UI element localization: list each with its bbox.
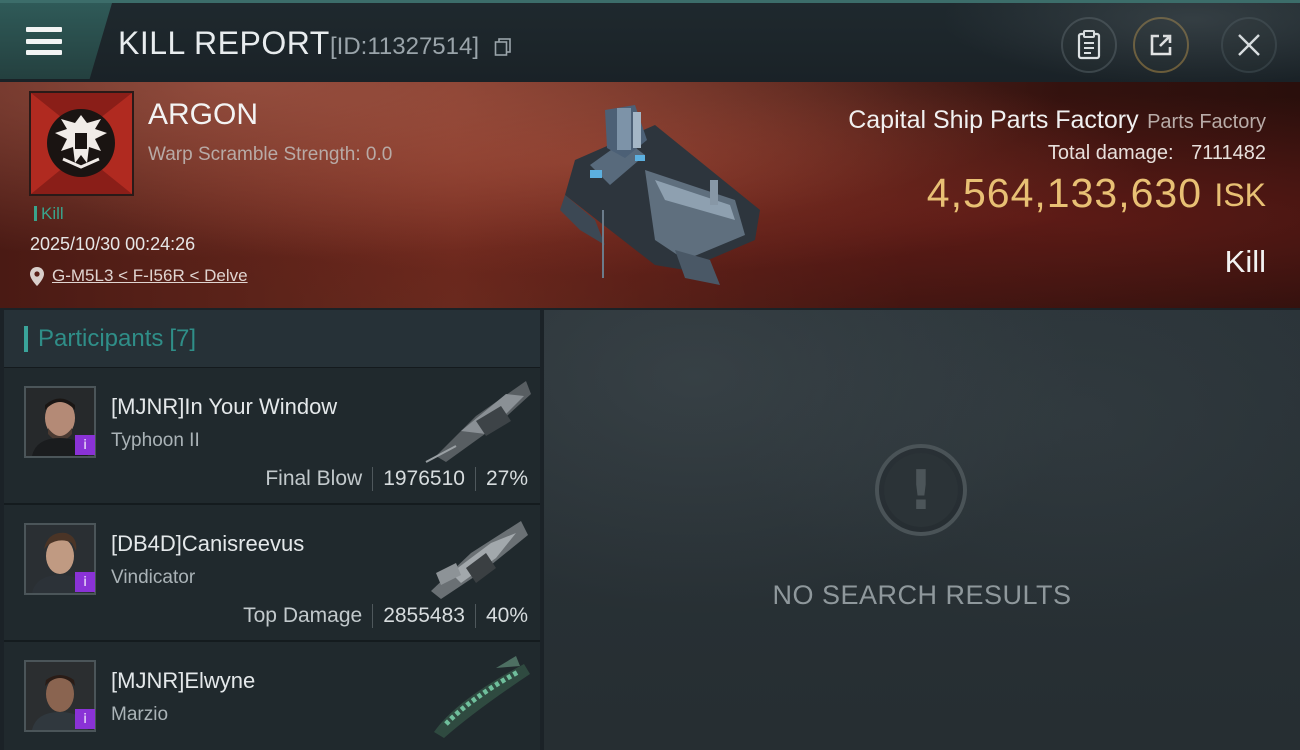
- participant-row[interactable]: i [DB4D]Canisreevus Vindicator Top Damag…: [4, 505, 540, 642]
- kill-result: Kill: [1224, 244, 1266, 279]
- kill-location[interactable]: G-M5L3 < F-I56R < Delve: [30, 266, 248, 286]
- participant-ship: Typhoon II: [111, 430, 200, 451]
- divider: [372, 604, 374, 628]
- clipboard-icon: [1077, 30, 1101, 60]
- top-bar: KILL REPORT [ID:11327514]: [0, 0, 1300, 85]
- participant-name[interactable]: [DB4D]Canisreevus: [111, 531, 304, 557]
- target-type: Parts Factory: [1147, 111, 1266, 133]
- location-pin-icon: [30, 266, 44, 286]
- participants-header[interactable]: Participants [7]: [4, 310, 540, 368]
- divider: [372, 467, 374, 491]
- warp-scramble-strength: Warp Scramble Strength: 0.0: [148, 144, 393, 165]
- participant-row[interactable]: i [MJNR]In Your Window Typhoon II Final …: [4, 368, 540, 505]
- participant-percent: 40%: [485, 604, 528, 627]
- participant-row[interactable]: i [MJNR]Elwyne Marzio: [4, 642, 540, 750]
- victim-corp-logo[interactable]: [29, 91, 134, 196]
- ship-thumbnail-icon: [431, 521, 528, 599]
- copy-icon[interactable]: [494, 38, 512, 56]
- total-damage-value: 7111482: [1191, 142, 1266, 164]
- target-structure: Capital Ship Parts Factory Parts Factory: [848, 106, 1266, 135]
- empty-state-text: NO SEARCH RESULTS: [772, 580, 1072, 610]
- kill-datetime: 2025/10/30 00:24:26: [30, 234, 196, 254]
- participant-ship: Vindicator: [111, 567, 196, 588]
- participant-stats: Final Blow 1976510 27%: [265, 467, 528, 491]
- share-button[interactable]: [1133, 17, 1189, 73]
- character-badge-icon: i: [75, 572, 95, 592]
- divider: [474, 467, 476, 491]
- kill-summary-banner: ARGON Warp Scramble Strength: 0.0 Kill 2…: [0, 82, 1300, 308]
- participant-stats: Top Damage 2855483 40%: [243, 604, 528, 628]
- ship-thumbnail-icon: [425, 381, 531, 463]
- share-icon: [1150, 34, 1172, 56]
- victim-name: ARGON: [148, 98, 259, 131]
- participant-tag: Top Damage: [243, 604, 363, 627]
- participant-name[interactable]: [MJNR]Elwyne: [111, 668, 255, 694]
- character-badge-icon: i: [75, 435, 95, 455]
- target-name: Capital Ship Parts Factory: [848, 106, 1139, 134]
- close-button[interactable]: [1221, 17, 1277, 73]
- character-badge-icon: i: [75, 709, 95, 729]
- kill-type-tag: Kill: [34, 204, 64, 224]
- isk-value: 4,564,133,630: [926, 170, 1202, 216]
- location-link[interactable]: G-M5L3 < F-I56R < Delve: [52, 266, 248, 286]
- total-damage-label: Total damage:: [1047, 142, 1174, 164]
- accent-bar: [24, 325, 28, 352]
- participants-label: Participants: [38, 324, 164, 352]
- structure-render-icon: [560, 105, 760, 285]
- participant-ship: Marzio: [111, 704, 169, 725]
- participant-percent: 27%: [485, 467, 528, 490]
- ship-thumbnail-icon: [434, 656, 530, 738]
- total-damage: Total damage: 7111482: [1048, 142, 1266, 165]
- report-id: [ID:11327514]: [330, 33, 480, 60]
- exclamation-icon: !: [875, 444, 967, 536]
- divider: [474, 604, 476, 628]
- close-icon: [1238, 34, 1260, 56]
- participants-panel: Participants [7] i [MJNR]In Your Window …: [4, 310, 540, 750]
- eagle-emblem-icon: [31, 93, 132, 194]
- isk-unit: ISK: [1214, 177, 1266, 213]
- participant-damage: 1976510: [383, 467, 465, 490]
- search-results-area: ! NO SEARCH RESULTS: [544, 310, 1300, 750]
- participants-count: [7]: [169, 324, 197, 352]
- participant-name[interactable]: [MJNR]In Your Window: [111, 394, 337, 420]
- participant-tag: Final Blow: [265, 467, 363, 490]
- page-title: KILL REPORT: [118, 25, 330, 61]
- menu-icon: [26, 27, 62, 55]
- participant-damage: 2855483: [383, 604, 465, 627]
- menu-button[interactable]: [0, 3, 112, 79]
- clipboard-button[interactable]: [1061, 17, 1117, 73]
